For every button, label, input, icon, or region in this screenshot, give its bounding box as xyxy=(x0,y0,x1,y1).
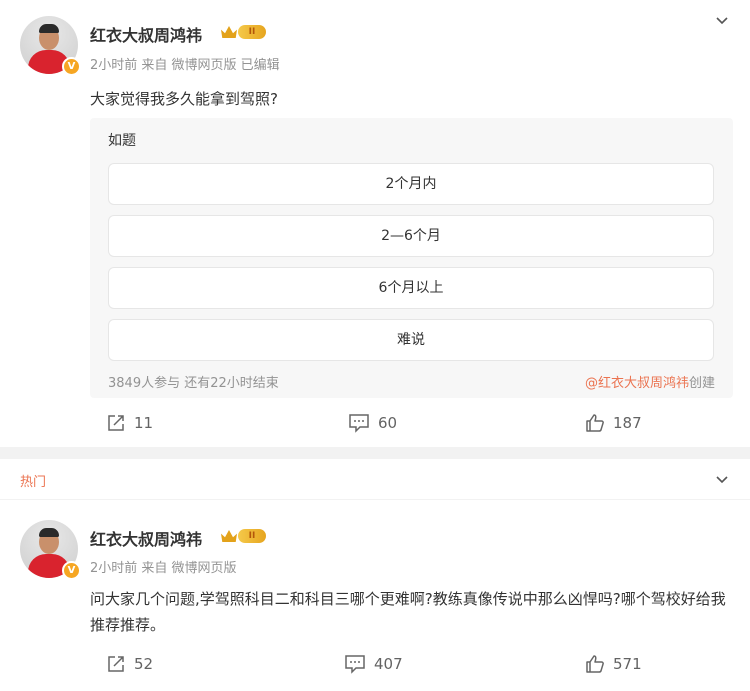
member-level: II xyxy=(238,25,266,39)
action-bar: 11 60 187 xyxy=(0,413,750,435)
verified-badge: V xyxy=(62,57,81,76)
comment-count: 407 xyxy=(374,655,403,673)
repost-icon xyxy=(106,413,126,433)
comment-button[interactable]: 60 xyxy=(348,413,397,433)
poll-option[interactable]: 6个月以上 xyxy=(108,267,714,309)
thumbs-up-icon xyxy=(585,413,605,433)
post-meta: 2小时前 来自 微博网页版 已编辑 xyxy=(90,58,280,73)
chevron-down-icon[interactable] xyxy=(716,473,728,485)
post-text: 大家觉得我多久能拿到驾照? xyxy=(90,90,278,108)
action-bar: 52 407 571 xyxy=(0,654,750,676)
repost-button[interactable]: 11 xyxy=(106,413,153,433)
comment-count: 60 xyxy=(378,414,398,432)
avatar[interactable]: V xyxy=(20,520,81,580)
poll-option[interactable]: 2—6个月 xyxy=(108,215,714,257)
thumbs-up-icon xyxy=(585,654,605,674)
weibo-post: V 红衣大叔周鸿祎 II 2小时前 来自 微博网页版 问大家几个问题,学驾照科目… xyxy=(0,500,750,691)
poll: 如题 2个月内 2—6个月 6个月以上 难说 3849人参与 还有22小时结束 … xyxy=(90,118,733,398)
like-count: 571 xyxy=(613,655,642,673)
like-button[interactable]: 571 xyxy=(585,654,642,674)
member-crown-icon[interactable]: II xyxy=(221,528,267,544)
author-name[interactable]: 红衣大叔周鸿祎 xyxy=(90,526,202,550)
hot-label: 热门 xyxy=(20,475,47,490)
poll-stats: 3849人参与 还有22小时结束 xyxy=(108,376,279,391)
comment-icon xyxy=(344,654,366,674)
creator-suffix: 创建 xyxy=(688,376,715,391)
repost-count: 11 xyxy=(134,414,154,432)
poll-title: 如题 xyxy=(108,133,136,149)
author-name[interactable]: 红衣大叔周鸿祎 xyxy=(90,22,202,46)
like-count: 187 xyxy=(613,414,642,432)
hot-section-header: 热门 xyxy=(0,459,750,499)
comment-button[interactable]: 407 xyxy=(344,654,403,674)
poll-option[interactable]: 2个月内 xyxy=(108,163,714,205)
member-level: II xyxy=(238,529,266,543)
repost-count: 52 xyxy=(134,655,154,673)
creator-mention-link[interactable]: @红衣大叔周鸿祎 xyxy=(585,376,689,391)
poll-option[interactable]: 难说 xyxy=(108,319,714,361)
like-button[interactable]: 187 xyxy=(585,413,642,433)
verified-badge: V xyxy=(62,561,81,580)
chevron-down-icon[interactable] xyxy=(716,14,728,26)
weibo-post: V 红衣大叔周鸿祎 II 2小时前 来自 微博网页版 已编辑 大家觉得我多久能拿… xyxy=(0,0,750,447)
repost-button[interactable]: 52 xyxy=(106,654,153,674)
post-meta: 2小时前 来自 微博网页版 xyxy=(90,561,237,576)
post-text: 问大家几个问题,学驾照科目二和科目三哪个更难啊?教练真像传说中那么凶悍吗?哪个驾… xyxy=(90,590,726,634)
member-crown-icon[interactable]: II xyxy=(221,24,267,40)
comment-icon xyxy=(348,413,370,433)
avatar[interactable]: V xyxy=(20,16,81,76)
poll-creator: @红衣大叔周鸿祎创建 xyxy=(585,372,715,391)
repost-icon xyxy=(106,654,126,674)
